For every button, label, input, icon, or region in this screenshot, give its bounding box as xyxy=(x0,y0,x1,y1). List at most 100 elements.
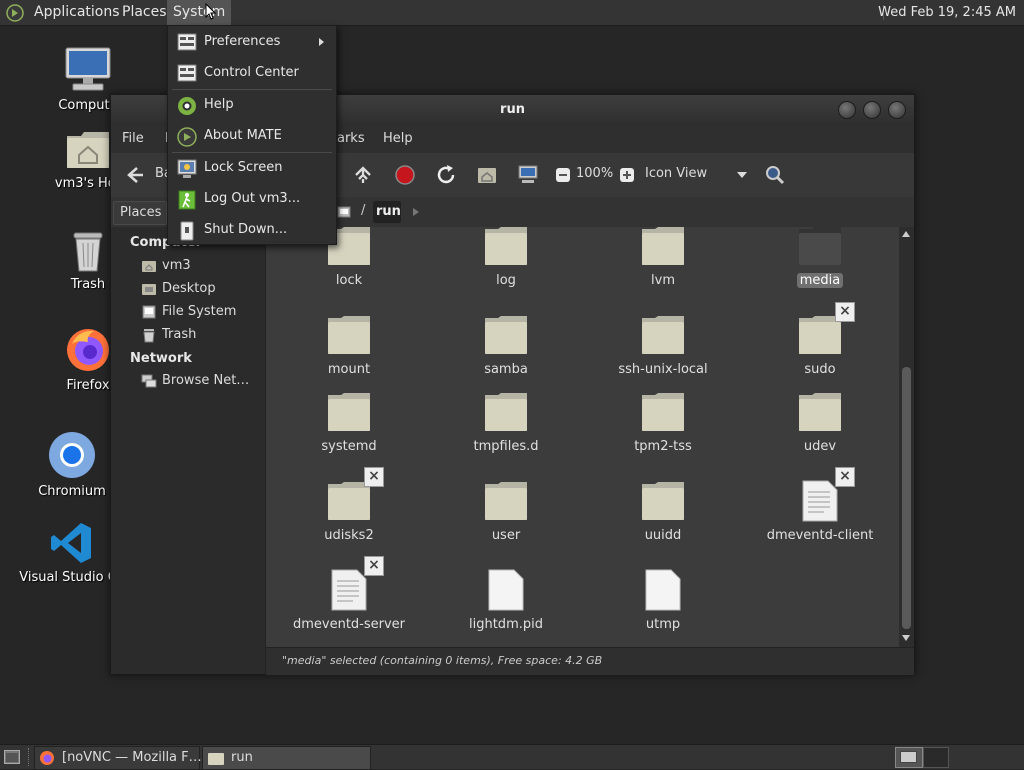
vertical-scrollbar[interactable] xyxy=(899,227,914,647)
file-item-dmeventd-client[interactable]: dmeventd-client xyxy=(745,480,895,543)
menu-item-control-center[interactable]: Control Center xyxy=(168,58,336,88)
reload-icon[interactable] xyxy=(434,163,458,187)
folder-icon xyxy=(642,482,684,520)
places-menu[interactable]: Places xyxy=(116,0,173,25)
file-item-systemd[interactable]: systemd xyxy=(274,393,424,454)
home-icon[interactable] xyxy=(475,163,499,187)
computer-icon xyxy=(65,47,111,91)
file-label: lightdm.pid xyxy=(469,617,543,632)
menu-item-log-out[interactable]: Log Out vm3... xyxy=(168,184,336,214)
file-item-utmp[interactable]: utmp xyxy=(588,569,738,632)
panel-handle xyxy=(28,748,31,766)
bottom-panel: [noVNC — Mozilla F… run xyxy=(0,744,1024,770)
zoom-in-icon[interactable] xyxy=(615,163,639,187)
scrollbar-thumb[interactable] xyxy=(902,367,911,629)
file-item-dmeventd-server[interactable]: dmeventd-server xyxy=(274,569,424,632)
sidebar-places-label: Places xyxy=(120,205,162,220)
menu-item-lock-screen[interactable]: Lock Screen xyxy=(168,153,336,183)
drive-icon[interactable] xyxy=(337,205,351,219)
network-icon xyxy=(141,374,157,388)
menu-item-preferences[interactable]: Preferences xyxy=(168,27,336,57)
file-label: dmeventd-client xyxy=(766,528,874,543)
sidebar-places-dropdown[interactable]: Places xyxy=(113,201,167,225)
menu-help[interactable]: Help xyxy=(383,125,413,153)
up-arrow-icon[interactable] xyxy=(351,163,375,187)
file-label: user xyxy=(491,528,521,543)
vscode-icon xyxy=(51,523,91,563)
file-label: dmeventd-server xyxy=(292,617,406,632)
text-file-icon xyxy=(331,569,367,611)
path-button-run[interactable]: run xyxy=(373,201,401,223)
menu-file[interactable]: File xyxy=(122,125,144,153)
file-label: lvm xyxy=(651,273,675,288)
folder-icon xyxy=(485,482,527,520)
chevron-right-icon[interactable] xyxy=(413,208,419,216)
maximize-button[interactable] xyxy=(863,101,881,119)
sidebar: Computer vm3 Desktop File System Trash N… xyxy=(111,227,266,674)
computer-icon[interactable] xyxy=(516,163,540,187)
sidebar-item-label: File System xyxy=(162,304,237,319)
workspace-switcher[interactable] xyxy=(895,747,923,768)
text-file-icon xyxy=(802,480,838,522)
folder-icon xyxy=(485,227,527,265)
file-label: ssh-unix-local xyxy=(618,362,708,377)
menu-bookmarks[interactable]: arks xyxy=(337,125,365,153)
taskbar-button-run[interactable]: run xyxy=(202,746,371,770)
zoom-out-icon[interactable] xyxy=(551,163,575,187)
file-label: media xyxy=(796,273,844,288)
file-item-samba[interactable]: samba xyxy=(431,316,581,377)
scroll-up-icon[interactable] xyxy=(902,231,910,237)
minimize-button[interactable] xyxy=(838,101,856,119)
scroll-down-icon[interactable] xyxy=(902,635,910,641)
system-menu[interactable]: System xyxy=(167,0,232,25)
file-item-udisks2[interactable]: udisks2 xyxy=(274,482,424,543)
home-folder-icon xyxy=(67,132,109,168)
applications-menu[interactable]: Applications xyxy=(28,0,126,25)
file-item-ssh-unix-local[interactable]: ssh-unix-local xyxy=(588,316,738,377)
back-arrow-icon[interactable] xyxy=(123,163,147,187)
top-panel: Applications Places System Wed Feb 19, 2… xyxy=(0,0,1024,26)
folder-icon xyxy=(642,227,684,265)
path-current-label: run xyxy=(376,204,401,219)
menu-item-help[interactable]: Help xyxy=(168,90,336,120)
menu-item-shut-down[interactable]: Shut Down... xyxy=(168,215,336,245)
folder-icon xyxy=(328,393,370,431)
view-mode-select[interactable]: Icon View xyxy=(645,164,753,186)
file-item-log[interactable]: log xyxy=(431,227,581,288)
preferences-icon xyxy=(177,33,197,51)
menu-item-about-mate[interactable]: About MATE xyxy=(168,121,336,151)
file-item-tpm2-tss[interactable]: tpm2-tss xyxy=(588,393,738,454)
file-item-lightdm-pid[interactable]: lightdm.pid xyxy=(431,569,581,632)
folder-icon xyxy=(328,316,370,354)
file-item-udev[interactable]: udev xyxy=(745,393,895,454)
file-item-lvm[interactable]: lvm xyxy=(588,227,738,288)
file-item-uuidd[interactable]: uuidd xyxy=(588,482,738,543)
file-item-tmpfiles-d[interactable]: tmpfiles.d xyxy=(431,393,581,454)
file-item-mount[interactable]: mount xyxy=(274,316,424,377)
workspace-window-icon xyxy=(900,751,917,763)
menu-item-label: Preferences xyxy=(204,34,281,49)
menu-item-label: Help xyxy=(204,97,234,112)
file-view[interactable]: lock log lvm media mount samba ssh-unix-… xyxy=(266,227,899,647)
folder-icon xyxy=(799,393,841,431)
file-item-media[interactable]: media xyxy=(745,227,895,288)
search-icon[interactable] xyxy=(763,163,787,187)
folder-icon xyxy=(485,316,527,354)
clock[interactable]: Wed Feb 19, 2:45 AM xyxy=(878,0,1016,25)
file-item-user[interactable]: user xyxy=(431,482,581,543)
workspace-2[interactable] xyxy=(923,747,949,768)
folder-icon xyxy=(799,316,841,354)
mate-logo-icon[interactable] xyxy=(6,4,24,22)
status-bar: "media" selected (containing 0 items), F… xyxy=(266,647,914,675)
mouse-cursor-icon xyxy=(205,3,217,20)
stop-icon[interactable] xyxy=(393,163,417,187)
shutdown-icon xyxy=(180,221,194,241)
menu-item-label: About MATE xyxy=(204,128,282,143)
show-desktop-icon[interactable] xyxy=(4,750,20,764)
firefox-icon xyxy=(67,329,109,371)
trash-icon xyxy=(143,329,155,343)
taskbar-button-firefox[interactable]: [noVNC — Mozilla F… xyxy=(34,746,202,770)
file-item-sudo[interactable]: sudo xyxy=(745,316,895,377)
close-button[interactable] xyxy=(888,101,906,119)
sidebar-header-network: Network xyxy=(130,351,192,366)
